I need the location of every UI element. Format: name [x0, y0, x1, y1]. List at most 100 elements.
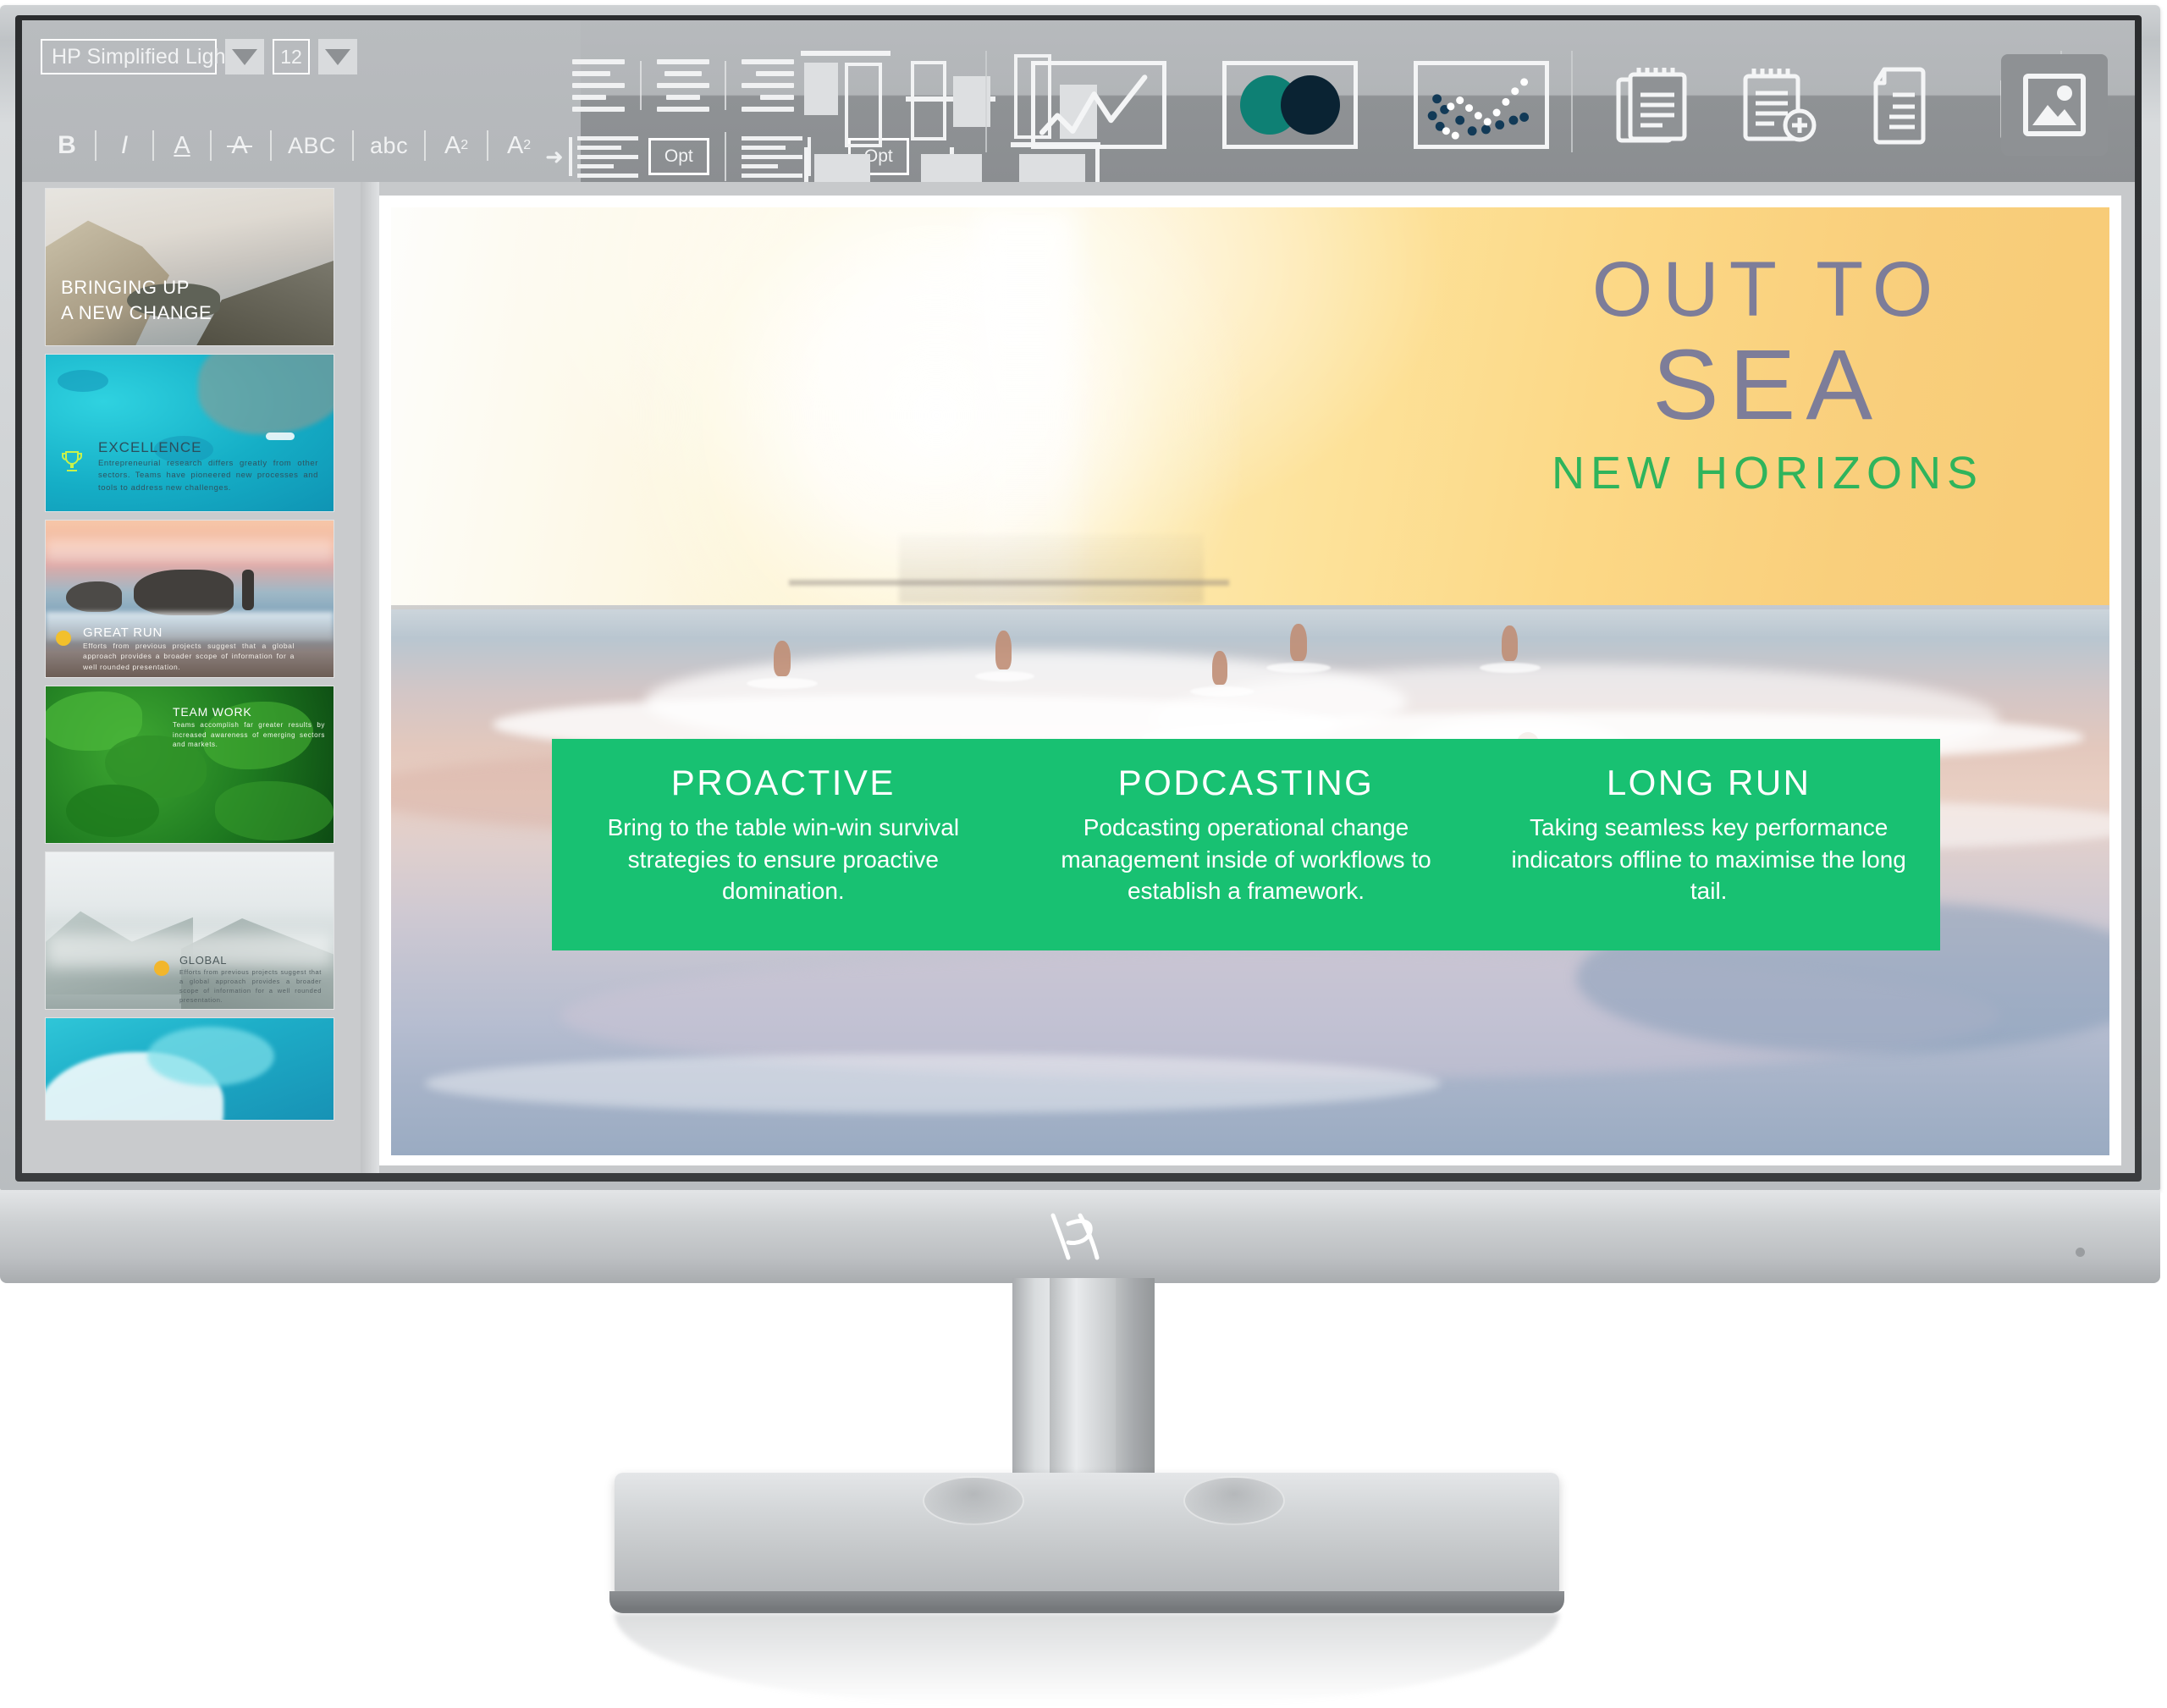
indent-increase-icon[interactable]: ➜ — [545, 135, 638, 178]
editor-workspace: BRINGING UP A NEW CHANGE EXCELLENCE Entr… — [22, 182, 2135, 1173]
content-column-3[interactable]: LONG RUN Taking seamless key performance… — [1477, 763, 1940, 950]
divider — [985, 51, 987, 152]
divider — [640, 61, 642, 110]
slide-title-block[interactable]: OUT TO SEA NEW HORIZONS — [1497, 246, 2038, 506]
monitor-stand-base — [615, 1473, 1559, 1601]
font-family-input[interactable]: HP Simplified Light — [41, 39, 232, 74]
circle-navy — [1281, 75, 1340, 135]
paragraph-align-controls — [564, 59, 802, 112]
superscript-button[interactable]: A2 — [442, 126, 471, 165]
scatter-chart-glyph — [1427, 78, 1530, 140]
font-family-dropdown-button[interactable] — [225, 39, 264, 74]
column-2-heading: PODCASTING — [1117, 763, 1375, 802]
power-led — [2076, 1248, 2085, 1257]
strikethrough-button[interactable]: A — [225, 126, 254, 165]
divider — [724, 132, 726, 181]
divider — [270, 130, 272, 161]
column-3-body: Taking seamless key performance indicato… — [1511, 814, 1906, 905]
slide-thumb-5-body: Efforts from previous projects suggest t… — [179, 968, 322, 1004]
line-chart-icon[interactable] — [1031, 61, 1166, 149]
screenshot-root: HP Simplified Light 12 B I A ABC abc A 2… — [0, 0, 2167, 1708]
slide-thumb-2-body: Entrepreneurial research differs greatly… — [98, 459, 318, 493]
indent-bar — [568, 137, 572, 176]
line-chart-glyph — [1039, 74, 1148, 135]
slide-content-band[interactable]: PROACTIVE Bring to the table win-win sur… — [552, 739, 1940, 950]
slide-thumb-1-title: BRINGING UP — [61, 277, 190, 298]
subscript-button[interactable]: A2 — [505, 126, 533, 165]
notepad-plus-icon[interactable] — [1739, 64, 1820, 147]
monitor-stand-base-lip — [609, 1591, 1564, 1613]
two-circles-icon[interactable] — [1222, 61, 1358, 149]
hp-logo — [1043, 1210, 1117, 1263]
content-column-2[interactable]: PODCASTING Podcasting operational change… — [1015, 763, 1478, 950]
monitor-stand-neck-highlight — [1050, 1278, 1116, 1500]
application-toolbar: HP Simplified Light 12 B I A ABC abc A 2… — [22, 20, 2135, 191]
divider — [210, 130, 212, 161]
slide-canvas[interactable]: OUT TO SEA NEW HORIZONS PROACTIVE Bring … — [379, 196, 2121, 1165]
pier-silhouette — [899, 534, 1204, 603]
align-center-icon[interactable] — [648, 59, 718, 112]
slide-thumb-3[interactable]: GREAT RUN Efforts from previous projects… — [46, 521, 334, 677]
divider — [152, 130, 154, 161]
surfer-1 — [774, 641, 791, 676]
font-size-input[interactable]: 12 — [273, 39, 310, 74]
slide-thumb-5[interactable]: GLOBAL Efforts from previous projects su… — [46, 852, 334, 1009]
scatter-chart-icon[interactable] — [1414, 61, 1549, 149]
hp-logo-glyph — [1050, 1213, 1100, 1260]
slide-thumb-3-title: GREAT RUN — [83, 625, 163, 640]
divider — [725, 61, 726, 110]
column-1-body: Bring to the table win-win survival stra… — [607, 814, 960, 905]
panel-divider[interactable] — [361, 182, 379, 1173]
surfboard-1 — [747, 678, 818, 689]
align-right-icon[interactable] — [733, 59, 802, 112]
indent-options-button[interactable]: Opt — [648, 138, 709, 175]
current-slide: OUT TO SEA NEW HORIZONS PROACTIVE Bring … — [391, 207, 2109, 1155]
image-icon — [2023, 74, 2086, 136]
column-3-heading: LONG RUN — [1606, 763, 1811, 802]
monitor-screen: HP Simplified Light 12 B I A ABC abc A 2… — [22, 20, 2135, 1173]
surfboard-2 — [975, 671, 1034, 681]
bold-button[interactable]: B — [52, 126, 81, 165]
notepad-icon[interactable] — [1613, 64, 1695, 147]
slide-thumbnail-panel[interactable]: BRINGING UP A NEW CHANGE EXCELLENCE Entr… — [22, 182, 361, 1173]
surfer-2 — [995, 631, 1012, 669]
slide-thumb-2-title: EXCELLENCE — [98, 439, 202, 455]
surfer-5 — [1502, 625, 1518, 661]
divider — [352, 130, 355, 161]
align-top-icon[interactable] — [801, 47, 894, 151]
divider — [95, 130, 96, 161]
divider — [1571, 51, 1573, 152]
slide-thumb-1[interactable]: BRINGING UP A NEW CHANGE — [46, 189, 334, 345]
wave-foam-4 — [425, 1054, 1441, 1113]
content-column-1[interactable]: PROACTIVE Bring to the table win-win sur… — [552, 763, 1015, 950]
strikethrough-line — [227, 146, 252, 147]
slide-thumb-4-title: TEAM WORK — [173, 705, 252, 719]
slide-thumb-1-subtitle: A NEW CHANGE — [61, 302, 212, 323]
arrow-right-icon: ➜ — [545, 144, 564, 169]
divider — [487, 130, 489, 161]
slide-thumb-6[interactable] — [46, 1018, 334, 1120]
font-size-dropdown-button[interactable] — [318, 39, 357, 74]
column-1-heading: PROACTIVE — [670, 763, 896, 802]
chevron-down-icon — [232, 48, 257, 65]
slide-thumb-2[interactable]: EXCELLENCE Entrepreneurial research diff… — [46, 355, 334, 511]
pier-deck — [789, 580, 1229, 586]
trophy-icon — [61, 449, 83, 475]
italic-button[interactable]: I — [110, 126, 139, 165]
lowercase-button[interactable]: abc — [370, 126, 408, 165]
hp-monitor: HP Simplified Light 12 B I A ABC abc A 2… — [0, 5, 2167, 1283]
document-lines-icon[interactable] — [1864, 64, 1945, 147]
uppercase-button[interactable]: ABC — [288, 126, 336, 165]
underline-button[interactable]: A — [168, 126, 196, 165]
text-format-controls: B I A A ABC abc A2 — [52, 126, 533, 165]
slide-subtitle: NEW HORIZONS — [1552, 447, 1983, 499]
stand-base-hole-right — [1183, 1476, 1285, 1525]
surfboard-4 — [1266, 663, 1331, 673]
badge-icon — [56, 631, 71, 646]
column-2-body: Podcasting operational change management… — [1061, 814, 1431, 905]
surfer-3 — [1212, 651, 1227, 685]
surfboard-3 — [1190, 686, 1254, 697]
slide-thumb-4[interactable]: TEAM WORK Teams accomplish far greater r… — [46, 686, 334, 843]
insert-image-button[interactable] — [2001, 54, 2108, 156]
align-left-icon[interactable] — [564, 59, 633, 112]
